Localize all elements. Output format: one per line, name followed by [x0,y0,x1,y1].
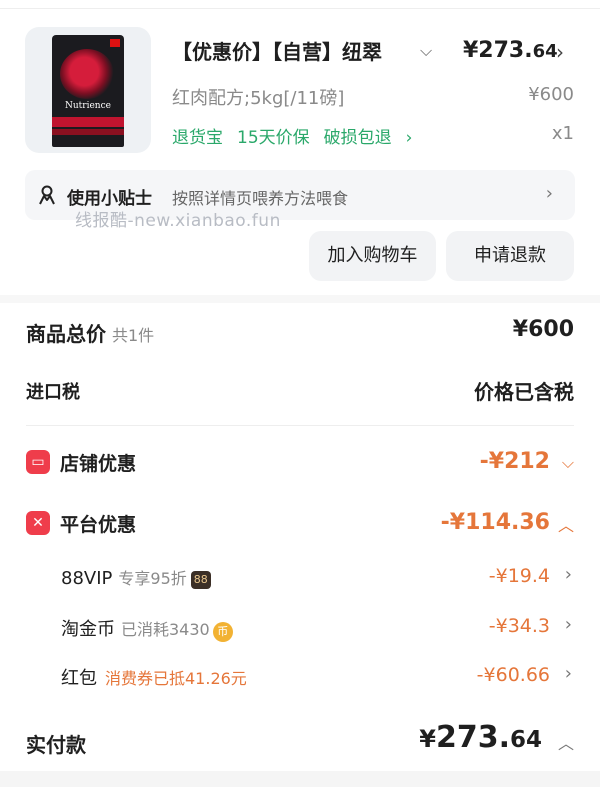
chevron-right-icon[interactable]: › [565,663,572,684]
bag-band-secondary [52,129,124,135]
discount-item-redpacket: 红包 消费券已抵41.26元 [61,668,247,689]
chevron-right-icon: › [545,183,553,204]
bag-art [60,49,114,99]
divider [26,425,574,426]
store-discount-value[interactable]: -¥212 [480,449,550,474]
tax-label: 进口税 [26,382,80,403]
service-tag: 破损包退 [323,128,392,148]
store-discount-label[interactable]: 店铺优惠 [60,449,136,476]
product-spec: 红肉配方;5kg[/11磅] [172,88,345,109]
chevron-down-icon[interactable]: ⌵ [562,453,574,473]
tax-value: 价格已含税 [474,380,574,404]
total-value: ¥600 [512,317,574,342]
discount-item-coins: 淘金币 已消耗3430 币 [61,615,233,642]
discount-item-value[interactable]: -¥34.3 [489,615,550,637]
chevron-right-icon[interactable]: › [556,40,564,64]
quantity: x1 [551,123,574,144]
chevron-down-icon[interactable]: ⌵ [420,41,432,61]
add-to-cart-button[interactable]: 加入购物车 [309,231,436,281]
service-tags[interactable]: 退货宝 15天价保 破损包退 › [172,123,412,148]
person-bulb-icon [37,184,57,206]
total-count: 共1件 [112,326,155,345]
chevron-up-icon[interactable]: ︿ [558,512,574,536]
platform-discount-label[interactable]: 平台优惠 [60,510,136,537]
payment-value: ¥273.64 [419,720,542,755]
product-thumbnail[interactable]: Nutrience [25,27,151,153]
discount-item-88vip: 88VIP 专享95折 88 [61,565,211,589]
chevron-up-icon[interactable]: ︿ [558,730,574,754]
watermark: 线报酷-new.xianbao.fun [75,211,281,231]
discount-item-value[interactable]: -¥19.4 [489,565,550,587]
chevron-right-icon[interactable]: › [565,564,572,585]
bag-band [52,117,124,127]
platform-discount-value[interactable]: -¥114.36 [441,510,550,535]
bag-brand-text: Nutrience [65,101,111,111]
product-bag-image: Nutrience [52,35,124,147]
chevron-right-icon: › [405,128,413,148]
product-price: ¥273.64 [463,38,558,63]
discount-item-value[interactable]: -¥60.66 [477,664,550,686]
original-price: ¥600 [528,84,574,105]
platform-coupon-icon: ✕ [26,511,50,535]
top-divider [0,8,600,9]
chevron-right-icon[interactable]: › [565,614,572,635]
service-tag: 15天价保 [237,128,310,148]
service-tag: 退货宝 [172,128,223,148]
store-icon: ▭ [26,450,50,474]
refund-button[interactable]: 申请退款 [446,231,574,281]
total-label: 商品总价 共1件 [26,322,155,346]
bottom-bar [0,771,600,787]
payment-label: 实付款 [26,733,86,757]
coin-icon: 币 [212,622,233,642]
88vip-badge-icon: 88 [190,571,211,589]
flag-icon [110,39,120,47]
section-divider [0,295,600,303]
product-title[interactable]: 【优惠价】【自营】纽翠 [172,36,417,65]
